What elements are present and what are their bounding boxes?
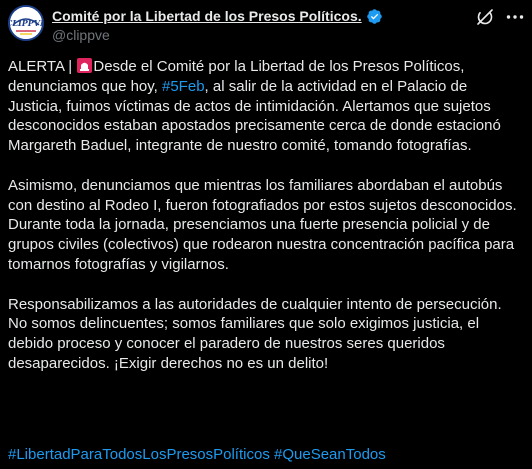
author-display-name[interactable]: Comité por la Libertad de los Presos Pol… [52, 8, 362, 24]
hashtag-5feb[interactable]: #5Feb [162, 78, 205, 95]
avatar-logo-text: CLIPPVE [10, 18, 42, 28]
author-handle[interactable]: @clippve [52, 26, 472, 44]
author-avatar[interactable]: CLIPPVE [8, 5, 44, 41]
siren-emoji-icon [77, 58, 93, 73]
alert-prefix: ALERTA | [8, 58, 77, 75]
paragraph-3: Responsabilizamos a las autoridades de c… [8, 295, 502, 372]
tweet-text: ALERTA | Desde el Comité por la Libertad… [8, 57, 524, 394]
hashtag-libertad[interactable]: #LibertadParaTodosLosPresosPolíticos [8, 446, 270, 463]
hashtags-line: #LibertadParaTodosLosPresosPolíticos #Qu… [8, 445, 386, 465]
clippve-logo: CLIPPVE [10, 7, 42, 39]
verified-badge-icon [366, 8, 383, 25]
paragraph-1: ALERTA | Desde el Comité por la Libertad… [8, 57, 524, 156]
grok-icon[interactable] [474, 6, 496, 28]
paragraph-2: Asimismo, denunciamos que mientras los f… [8, 176, 517, 273]
author-block: Comité por la Libertad de los Presos Pol… [52, 6, 472, 44]
author-name-row: Comité por la Libertad de los Presos Pol… [52, 6, 472, 26]
hashtag-queseantodos[interactable]: #QueSeanTodos [274, 446, 386, 463]
more-icon[interactable] [504, 6, 526, 28]
tweet-card: CLIPPVE Comité por la Libertad de los Pr… [0, 0, 532, 469]
